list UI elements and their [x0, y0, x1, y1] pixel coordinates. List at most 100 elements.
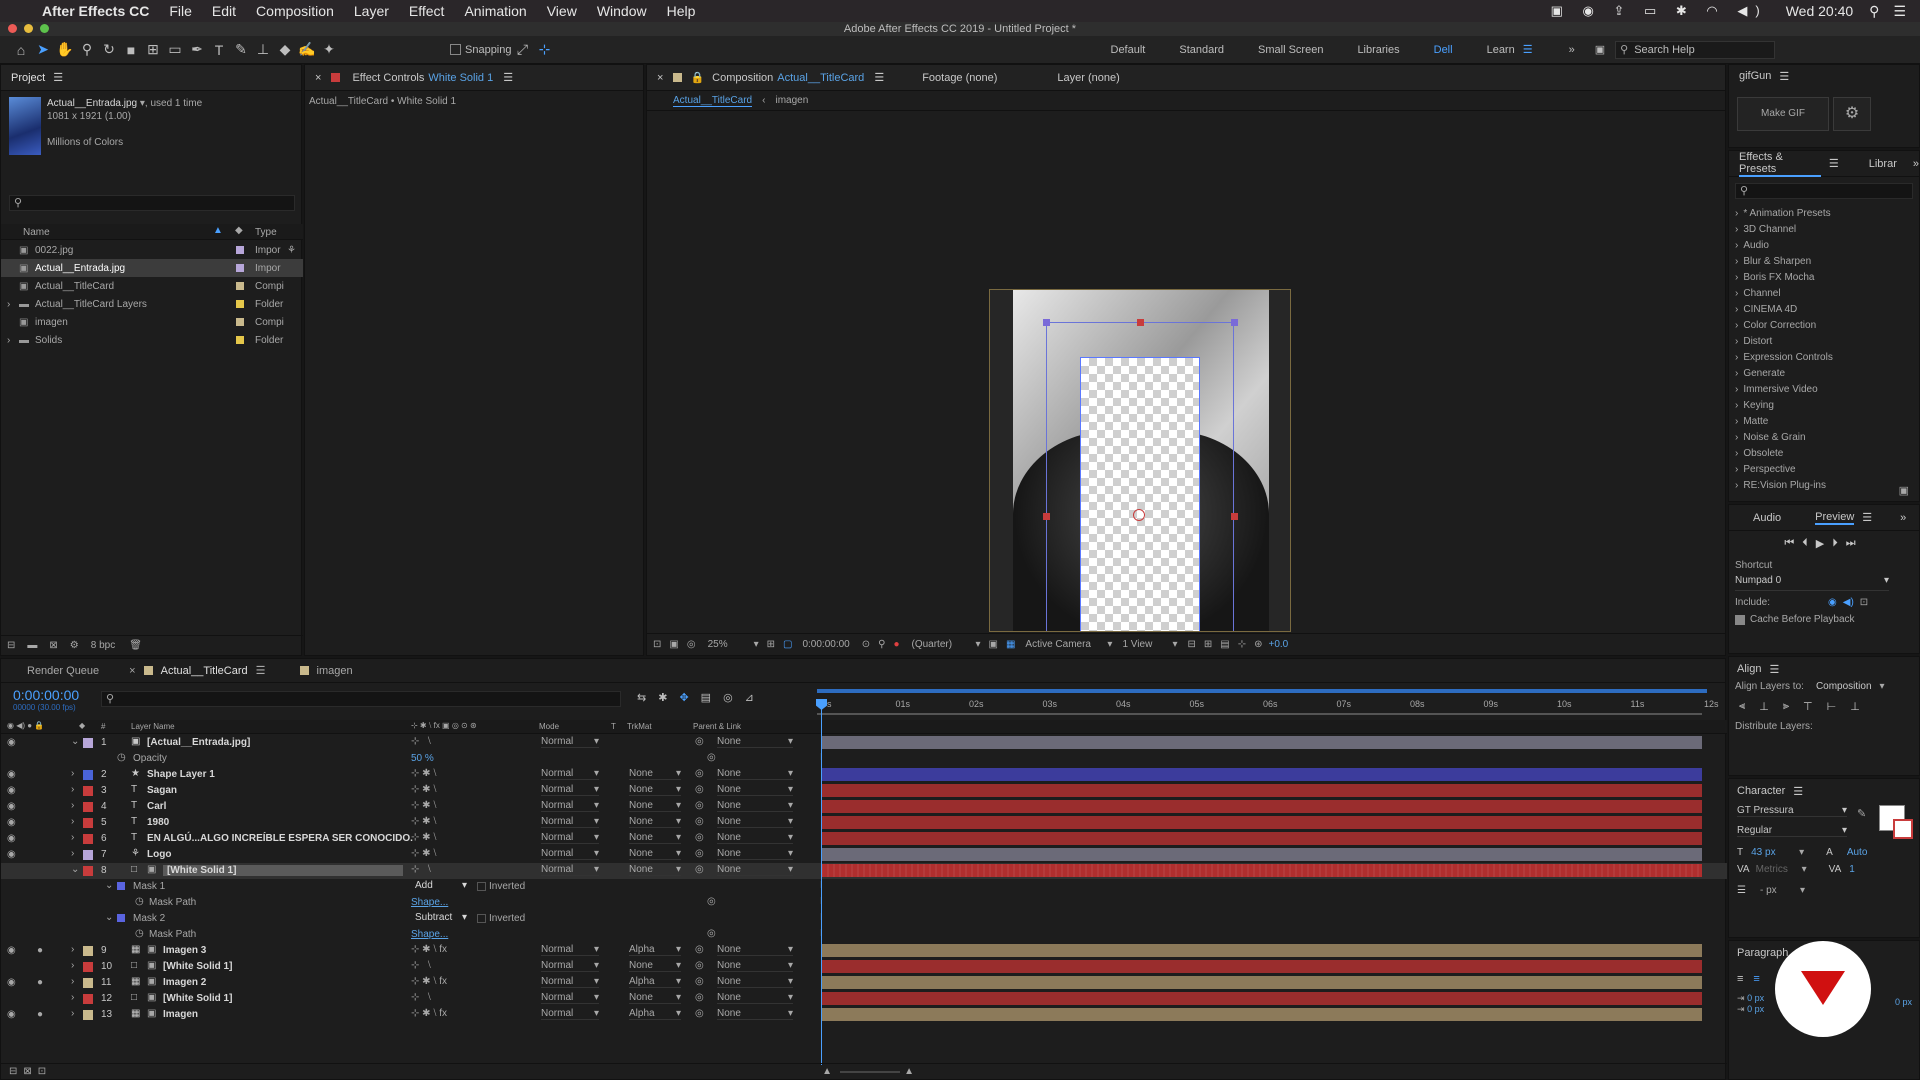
align-title[interactable]: Align: [1737, 663, 1761, 675]
solo-icon[interactable]: ●: [37, 977, 43, 988]
effect-category[interactable]: › Noise & Grain: [1735, 429, 1919, 445]
parent-dropdown[interactable]: None ▾: [717, 992, 793, 1004]
menu-layer[interactable]: Layer: [354, 3, 389, 19]
magnification-dropdown[interactable]: 25%: [708, 639, 754, 650]
effect-controls-layer[interactable]: White Solid 1: [428, 72, 493, 84]
mask-mode-dropdown[interactable]: Add ▾: [415, 880, 467, 891]
selected-item-dropdown-icon[interactable]: ▾: [137, 98, 145, 109]
layer-name[interactable]: Logo: [147, 849, 171, 860]
stopwatch-icon[interactable]: ◷: [135, 896, 144, 907]
parent-dropdown[interactable]: None ▾: [717, 784, 793, 796]
mask-inverted-checkbox[interactable]: [477, 882, 486, 891]
kerning-value[interactable]: Metrics: [1756, 864, 1802, 875]
layer-label-swatch[interactable]: [83, 834, 93, 844]
workspace-default[interactable]: Default: [1111, 44, 1146, 56]
dropdown-icon[interactable]: ▾: [754, 639, 759, 650]
mask-name[interactable]: Mask 1: [133, 881, 165, 892]
indent-left-value[interactable]: 0 px: [1747, 993, 1764, 1003]
dropdown-icon[interactable]: ▾: [975, 639, 980, 650]
close-tab-icon[interactable]: ×: [657, 72, 663, 84]
effect-category[interactable]: › Perspective: [1735, 461, 1919, 477]
property-value[interactable]: 50 %: [411, 753, 434, 764]
shortcut-dropdown[interactable]: Numpad 0 ▾: [1735, 575, 1889, 591]
pick-whip-icon[interactable]: ◎: [695, 736, 704, 747]
pick-whip-icon[interactable]: ◎: [695, 944, 704, 955]
layer-switches[interactable]: ⊹ ✱ ⧵: [411, 848, 436, 859]
font-style-dropdown[interactable]: Regular ▾: [1737, 825, 1847, 837]
layer-switches[interactable]: ⊹ ⧵: [411, 960, 431, 971]
panel-menu-icon[interactable]: ☰: [1829, 157, 1839, 170]
workspace-menu-icon[interactable]: ☰: [1523, 43, 1533, 56]
parent-dropdown[interactable]: None ▾: [717, 976, 793, 988]
space-after-value[interactable]: 0 px: [1895, 997, 1912, 1007]
layer-label-swatch[interactable]: [83, 802, 93, 812]
layer-duration-bar[interactable]: [821, 832, 1702, 845]
new-folder-icon[interactable]: ▬: [27, 640, 37, 651]
gifgun-title[interactable]: gifGun: [1739, 70, 1771, 82]
effects-search-input[interactable]: ⚲: [1735, 183, 1913, 199]
current-time[interactable]: 0:00:00:00: [802, 639, 849, 650]
trkmat-dropdown[interactable]: None ▾: [629, 800, 681, 812]
pick-whip-icon[interactable]: ◎: [695, 768, 704, 779]
column-name-header[interactable]: Name: [23, 227, 50, 238]
parent-dropdown[interactable]: None ▾: [717, 768, 793, 780]
font-size-value[interactable]: 43 px: [1751, 847, 1799, 858]
layer-duration-bar[interactable]: [821, 736, 1702, 749]
mode-header[interactable]: Mode: [539, 722, 559, 731]
property-value[interactable]: Shape...: [411, 897, 448, 908]
previous-frame-icon[interactable]: ⏴: [1802, 537, 1816, 550]
snapping-checkbox[interactable]: [450, 44, 461, 55]
trkmat-dropdown[interactable]: None ▾: [629, 848, 681, 860]
blend-mode-dropdown[interactable]: Normal ▾: [541, 1008, 599, 1020]
blend-mode-dropdown[interactable]: Normal ▾: [541, 816, 599, 828]
effect-category[interactable]: › 3D Channel: [1735, 221, 1919, 237]
handle-middle-right[interactable]: [1231, 513, 1238, 520]
exposure-icon[interactable]: ⊛: [1254, 639, 1262, 650]
property-row[interactable]: ◷Mask PathShape...◎I: [1, 895, 1727, 911]
layer-duration-bar[interactable]: [821, 864, 1702, 877]
expand-arrow-icon[interactable]: ›: [71, 992, 74, 1003]
item-label-swatch[interactable]: [236, 318, 244, 326]
composition-name[interactable]: Actual__TitleCard: [777, 72, 864, 84]
trkmat-dropdown[interactable]: Alpha ▾: [629, 976, 681, 988]
stroke-width-value[interactable]: - px: [1760, 885, 1800, 896]
layer-duration-bar[interactable]: [821, 800, 1702, 813]
exposure-value[interactable]: +0.0: [1269, 639, 1289, 650]
more-tabs-icon[interactable]: »: [1900, 512, 1906, 524]
app-menu[interactable]: After Effects CC: [42, 3, 149, 19]
footage-tab[interactable]: Footage (none): [922, 72, 997, 84]
effect-category[interactable]: › Blur & Sharpen: [1735, 253, 1919, 269]
project-item[interactable]: › ▬ Actual__TitleCard Layers Folder: [1, 295, 303, 313]
pick-whip-icon[interactable]: ◎: [695, 1008, 704, 1019]
property-value[interactable]: Shape...: [411, 929, 448, 940]
snap-toggle-icon[interactable]: ⊹: [534, 39, 556, 61]
delete-icon[interactable]: 🗑: [129, 640, 142, 651]
expand-arrow-icon[interactable]: ›: [71, 944, 74, 955]
layer-switches[interactable]: ⊹ ✱ ⧵: [411, 768, 436, 779]
workspace-panel-icon[interactable]: ▣: [1595, 43, 1605, 56]
layer-name-header[interactable]: Layer Name: [131, 722, 175, 731]
font-family-dropdown[interactable]: GT Pressura ▾: [1737, 805, 1847, 817]
sort-arrow-icon[interactable]: ▲: [213, 225, 223, 236]
last-frame-icon[interactable]: ⏭: [1846, 537, 1864, 550]
timeline-layer-row[interactable]: ◉›10□▣[White Solid 1]⊹ ⧵Normal▾None▾◎Non…: [1, 959, 1727, 975]
render-queue-tab[interactable]: Render Queue: [27, 665, 99, 677]
comp-mini-flowchart-icon[interactable]: ⇆: [637, 691, 646, 704]
pan-behind-tool-icon[interactable]: ⊞: [142, 39, 164, 61]
clock[interactable]: Wed 20:40: [1786, 3, 1853, 19]
fast-preview-icon[interactable]: ⊞: [1204, 639, 1212, 650]
layer-name[interactable]: 1980: [147, 817, 169, 828]
panel-menu-icon[interactable]: ☰: [1862, 511, 1872, 524]
blend-mode-dropdown[interactable]: Normal ▾: [541, 960, 599, 972]
zoom-window-button[interactable]: [40, 24, 49, 33]
playhead[interactable]: [821, 699, 822, 1065]
eraser-tool-icon[interactable]: ◆: [274, 39, 296, 61]
menu-effect[interactable]: Effect: [409, 3, 445, 19]
blend-mode-dropdown[interactable]: Normal ▾: [541, 832, 599, 844]
mask-name[interactable]: Mask 2: [133, 913, 165, 924]
trkmat-dropdown[interactable]: Alpha ▾: [629, 1008, 681, 1020]
zoom-tool-icon[interactable]: ⚲: [76, 39, 98, 61]
panel-menu-icon[interactable]: ☰: [1769, 663, 1779, 676]
panel-menu-icon[interactable]: ☰: [874, 71, 884, 84]
more-tabs-icon[interactable]: »: [1913, 158, 1919, 170]
